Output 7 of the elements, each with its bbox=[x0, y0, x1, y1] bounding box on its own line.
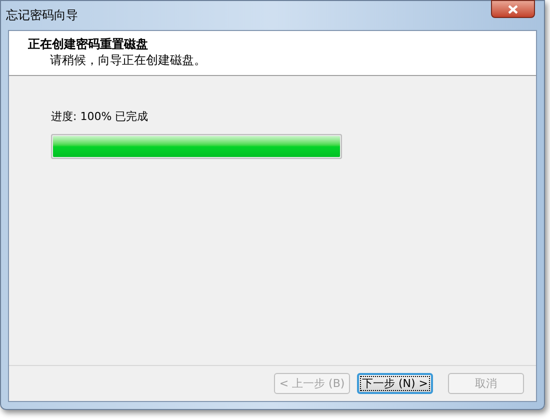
header-subtitle: 请稍候，向导正在创建磁盘。 bbox=[49, 52, 207, 68]
close-icon bbox=[508, 4, 518, 14]
dialog-button[interactable]: 下一步 (N) > bbox=[357, 373, 433, 394]
header-title: 正在创建密码重置磁盘 bbox=[28, 36, 149, 52]
progress-label: 进度: 100% 已完成 bbox=[51, 109, 150, 125]
close-button[interactable] bbox=[491, 0, 535, 18]
window-title: 忘记密码向导 bbox=[6, 7, 78, 24]
